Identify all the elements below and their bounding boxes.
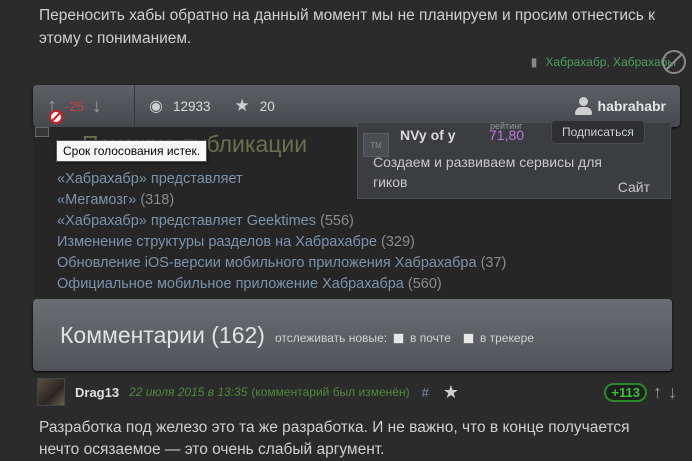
related-item[interactable]: Официальное мобильное приложение Хабраха… [57,274,506,295]
related-item[interactable]: «Хабрахабр» представляет Geektimes (556) [57,211,506,232]
comment-vote-up-icon[interactable]: ↑ [653,382,662,403]
related-item[interactable]: Изменение структуры разделов на Хабрахаб… [57,232,506,253]
comment-favorite-star-icon[interactable]: ★ [443,382,459,403]
company-description: Создаем и развиваем сервисы для гиков [373,154,602,190]
forbidden-cursor-icon [662,50,686,74]
voting-closed-icon [49,110,63,124]
track-new-comments: отслеживать новые: в почте в трекере [275,331,534,345]
user-icon [574,96,592,116]
comment-voting: +113 ↑ ↓ [604,382,677,403]
author-name[interactable]: habrahabr [598,98,666,114]
post-author[interactable]: habrahabr [574,96,680,116]
comments-header: Комментарии (162) отслеживать новые: в п… [33,299,672,371]
vote-down-icon[interactable]: ↓ [92,95,102,118]
company-rating: 71,80 [489,127,525,143]
related-item[interactable]: Обновление iOS-версии мобильного приложе… [57,253,506,274]
track-tracker-checkbox[interactable] [462,332,474,344]
track-mail-label: в почте [410,331,451,345]
related-icon [35,127,49,137]
comment-date: 22 июля 2015 в 13:35 [129,385,248,399]
lock-icon: ▮ [530,55,538,69]
voting-tooltip: Срок голосования истек. [56,140,208,162]
comment-score: +113 [604,382,647,402]
site-link[interactable]: Сайт [618,179,650,195]
company-name[interactable]: NVy of y [400,127,456,143]
views-icon: ◉ [149,98,163,115]
track-tracker-label: в трекере [479,331,534,345]
comment-permalink[interactable]: # [422,385,429,400]
favorites-count: 20 [259,98,275,114]
favorite-star-icon[interactable]: ★ [235,96,250,116]
track-mail-checkbox[interactable] [393,332,405,344]
post-stats: ◉ 12933 ★ 20 [149,96,275,116]
author-card: TM NVy of y рейтинг 71,80 Подписаться Со… [357,120,671,199]
views-count: 12933 [172,98,211,114]
post-score: -25 [65,98,84,114]
article-text: Переносить хабы обратно на данный момент… [39,7,655,47]
comment-vote-down-icon[interactable]: ↓ [668,382,677,403]
hubs-links[interactable]: Хабрахабр, Хабрахабы [545,55,676,69]
subscribe-button[interactable]: Подписаться [551,120,645,144]
comment-edited-note: (комментарий был изменён) [251,385,410,399]
track-label: отслеживать новые: [274,331,388,345]
avatar[interactable] [37,378,65,406]
comments-title: Комментарии (162) [60,321,265,348]
hubs-line: ▮ Хабрахабр, Хабрахабы [531,55,676,69]
comment-header: Drag13 22 июля 2015 в 13:35 (комментарий… [37,378,677,406]
comment-text: Разработка под железо это та же разработ… [39,419,630,458]
voting: ↑ -25 ↓ [33,85,135,127]
comment-username[interactable]: Drag13 [75,385,119,400]
